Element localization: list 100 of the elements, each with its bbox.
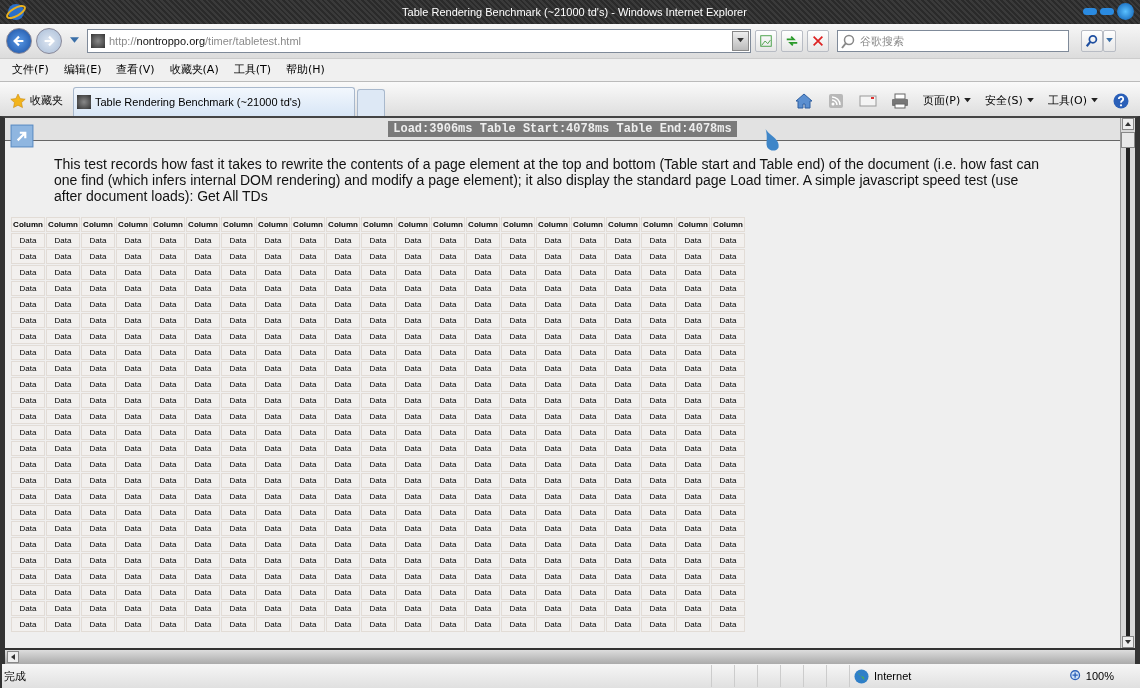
table-cell: Data [606, 472, 640, 488]
scroll-thumb[interactable] [1121, 131, 1135, 148]
favorites-button[interactable]: 收藏夹 [6, 85, 67, 116]
browser-tab[interactable]: Table Rendering Benchmark (~21000 td's) [73, 86, 355, 116]
home-icon[interactable] [794, 92, 813, 109]
table-cell: Data [81, 504, 115, 520]
table-cell: Data [501, 568, 535, 584]
table-cell: Data [571, 456, 605, 472]
horizontal-scrollbar[interactable] [5, 648, 1135, 665]
command-menu[interactable]: 安全(S) [985, 93, 1034, 109]
print-icon[interactable] [890, 92, 909, 109]
table-cell: Data [11, 472, 45, 488]
table-cell: Data [536, 376, 570, 392]
stop-button[interactable] [807, 29, 829, 52]
table-cell: Data [326, 360, 360, 376]
table-cell: Data [81, 296, 115, 312]
table-cell: Data [641, 504, 675, 520]
table-cell: Data [81, 616, 115, 632]
table-cell: Data [571, 280, 605, 296]
table-cell: Data [676, 440, 710, 456]
scroll-left-icon[interactable] [7, 651, 19, 664]
globe-icon [854, 668, 869, 684]
table-cell: Data [116, 472, 150, 488]
command-menu[interactable]: 工具(O) [1047, 93, 1098, 109]
table-cell: Data [291, 600, 325, 616]
table-cell: Data [676, 552, 710, 568]
table-cell: Data [536, 248, 570, 264]
table-cell: Data [221, 536, 255, 552]
menu-item[interactable]: 编辑(E) [63, 62, 102, 78]
table-cell: Data [396, 536, 430, 552]
vertical-scrollbar[interactable] [1120, 117, 1135, 649]
table-cell: Data [501, 424, 535, 440]
address-field[interactable]: http://nontroppo.org/timer/tabletest.html [87, 28, 751, 53]
table-cell: Data [501, 504, 535, 520]
table-cell: Data [431, 568, 465, 584]
expand-icon[interactable] [10, 123, 34, 148]
table-cell: Data [46, 488, 80, 504]
table-cell: Data [326, 520, 360, 536]
help-icon[interactable] [1112, 92, 1130, 109]
table-cell: Data [431, 552, 465, 568]
table-cell: Data [676, 504, 710, 520]
table-cell: Data [536, 312, 570, 328]
table-cell: Data [81, 264, 115, 280]
table-cell: Data [186, 504, 220, 520]
table-cell: Data [571, 568, 605, 584]
table-cell: Data [676, 360, 710, 376]
table-cell: Data [46, 328, 80, 344]
security-zone[interactable]: Internet [849, 665, 994, 688]
table-cell: Data [571, 360, 605, 376]
menu-item[interactable]: 收藏夹(A) [169, 62, 219, 78]
table-cell: Data [291, 520, 325, 536]
table-cell: Data [606, 248, 640, 264]
table-cell: Data [641, 616, 675, 632]
command-menu[interactable]: 页面(P) [922, 93, 972, 109]
table-cell: Data [711, 488, 745, 504]
minimize-button[interactable] [1083, 8, 1097, 16]
table-cell: Data [571, 232, 605, 248]
table-cell: Data [291, 584, 325, 600]
table-cell: Data [571, 408, 605, 424]
column-header: Column [536, 216, 570, 232]
table-cell: Data [431, 440, 465, 456]
menu-item[interactable]: 帮助(H) [286, 62, 325, 78]
menu-item[interactable]: 工具(T) [233, 62, 271, 78]
table-cell: Data [221, 248, 255, 264]
table-cell: Data [361, 616, 395, 632]
close-button[interactable] [1117, 3, 1134, 21]
column-header: Column [431, 216, 465, 232]
table-cell: Data [81, 584, 115, 600]
address-dropdown-button[interactable] [732, 30, 749, 51]
zoom-control[interactable]: 100% [994, 669, 1140, 684]
table-cell: Data [11, 248, 45, 264]
search-options-button[interactable] [1103, 29, 1116, 52]
table-cell: Data [571, 488, 605, 504]
window-title: Table Rendering Benchmark (~21000 td's) - Windows Internet Explorer [401, 5, 748, 18]
caret-icon [1106, 38, 1113, 44]
back-button[interactable] [6, 27, 32, 54]
menu-item[interactable]: 文件(F) [12, 62, 49, 78]
scroll-up-icon[interactable] [1122, 117, 1134, 130]
table-cell: Data [116, 488, 150, 504]
table-cell: Data [46, 616, 80, 632]
table-cell: Data [186, 264, 220, 280]
dropdown-icon[interactable] [70, 37, 79, 45]
table-cell: Data [151, 488, 185, 504]
table-cell: Data [11, 520, 45, 536]
menu-item[interactable]: 查看(V) [116, 62, 155, 78]
table-cell: Data [536, 328, 570, 344]
table-cell: Data [466, 504, 500, 520]
refresh-button[interactable] [781, 29, 803, 52]
table-cell: Data [291, 376, 325, 392]
forward-button[interactable] [36, 27, 62, 54]
maximize-button[interactable] [1100, 8, 1114, 16]
column-header: Column [186, 216, 220, 232]
table-cell: Data [676, 408, 710, 424]
search-field[interactable]: 谷歌搜索 [837, 29, 1069, 52]
table-cell: Data [221, 312, 255, 328]
table-cell: Data [151, 392, 185, 408]
scroll-down-icon[interactable] [1122, 636, 1134, 649]
table-cell: Data [641, 456, 675, 472]
search-button[interactable] [1081, 29, 1103, 52]
table-cell: Data [221, 616, 255, 632]
